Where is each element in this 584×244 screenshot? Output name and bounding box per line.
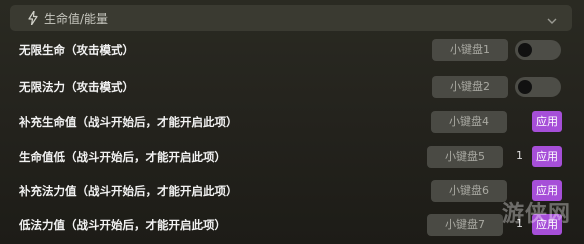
hotkey-button[interactable]: 小键盘5	[427, 146, 503, 168]
hotkey-button[interactable]: 小键盘7	[427, 214, 503, 236]
option-label: 生命值低（战斗开始后，才能开启此项）	[19, 150, 226, 164]
apply-button[interactable]: 应用	[532, 111, 562, 132]
toggle-knob	[518, 43, 532, 57]
hotkey-button[interactable]: 小键盘4	[431, 111, 507, 133]
cheat-panel: 生命值/能量 无限生命（攻击模式） 小键盘1 无限法力（攻击模式） 小键盘2 补…	[0, 0, 584, 244]
section-header[interactable]: 生命值/能量	[10, 5, 572, 31]
chevron-down-icon[interactable]	[546, 12, 558, 24]
toggle-switch[interactable]	[515, 77, 561, 97]
hotkey-button[interactable]: 小键盘6	[431, 180, 507, 202]
option-label: 无限生命（攻击模式）	[19, 43, 134, 57]
hotkey-button[interactable]: 小键盘1	[432, 39, 508, 61]
option-row-infinite-mana: 无限法力（攻击模式） 小键盘2	[0, 74, 584, 100]
watermark: 游侠网	[502, 202, 572, 227]
apply-button[interactable]: 应用	[532, 146, 562, 167]
option-row-refill-health: 补充生命值（战斗开始后，才能开启此项） 小键盘4 应用	[0, 109, 584, 135]
option-label: 无限法力（攻击模式）	[19, 80, 134, 94]
option-label: 补充生命值（战斗开始后，才能开启此项）	[19, 115, 238, 129]
option-row-infinite-health: 无限生命（攻击模式） 小键盘1	[0, 37, 584, 63]
option-row-low-health: 生命值低（战斗开始后，才能开启此项） 小键盘5 1 应用	[0, 144, 584, 170]
toggle-switch[interactable]	[515, 40, 561, 60]
value-input[interactable]: 1	[516, 149, 523, 162]
toggle-knob	[518, 80, 532, 94]
option-label: 补充法力值（战斗开始后，才能开启此项）	[19, 184, 238, 198]
section-title: 生命值/能量	[44, 11, 109, 26]
hotkey-button[interactable]: 小键盘2	[432, 76, 508, 98]
option-row-low-mana: 低法力值（战斗开始后，才能开启此项） 小键盘7 1 应用	[0, 212, 584, 238]
option-row-refill-mana: 补充法力值（战斗开始后，才能开启此项） 小键盘6 应用	[0, 178, 584, 204]
option-label: 低法力值（战斗开始后，才能开启此项）	[19, 218, 226, 232]
bolt-icon	[28, 11, 38, 25]
